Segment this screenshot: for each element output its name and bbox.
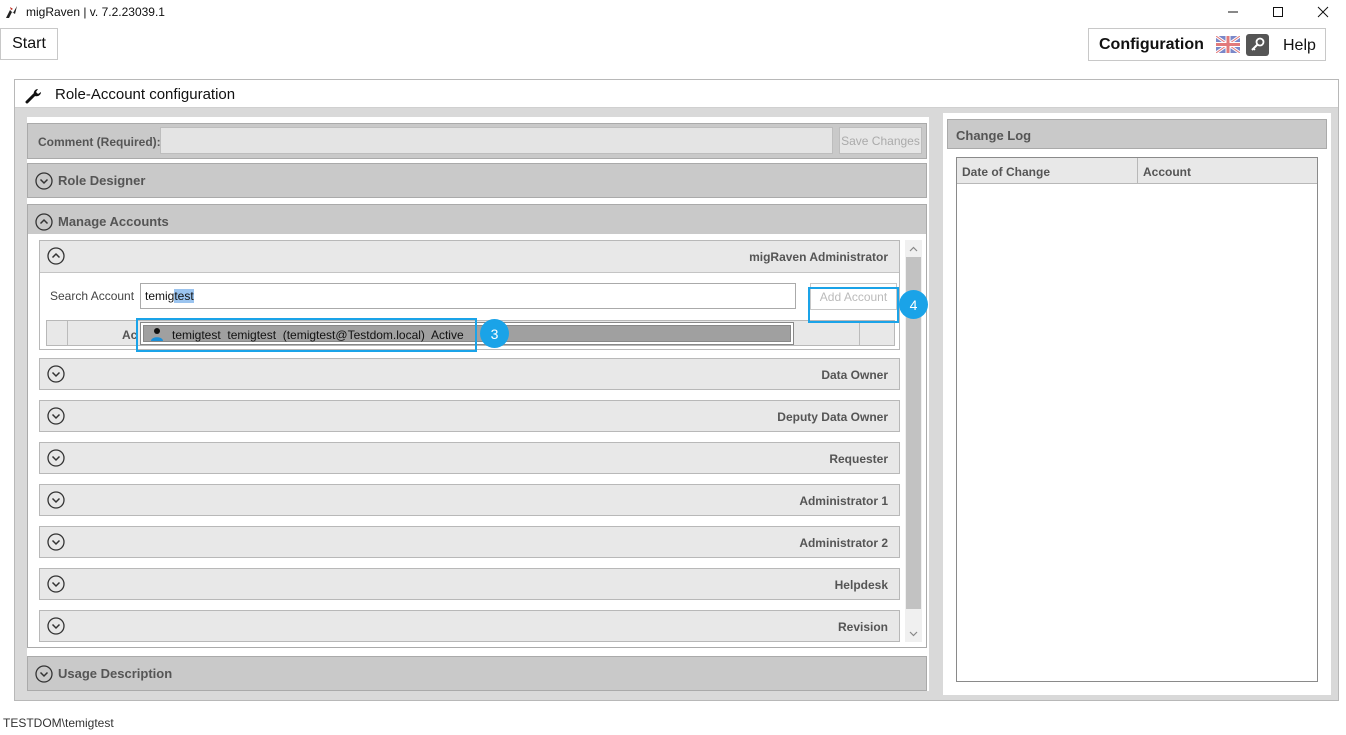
scroll-up-button[interactable] — [905, 240, 922, 257]
comment-bar: Comment (Required): Save Changes — [27, 123, 927, 159]
title-bar: migRaven | v. 7.2.23039.1 — [0, 0, 1346, 24]
window-title: migRaven | v. 7.2.23039.1 — [26, 5, 165, 19]
help-button[interactable]: Help — [1283, 37, 1316, 55]
raven-logo-icon — [6, 6, 17, 18]
role-row-deputy-data-owner[interactable]: Deputy Data Owner — [39, 400, 900, 432]
role-label: migRaven Administrator — [749, 250, 888, 264]
comment-input[interactable] — [160, 127, 833, 154]
chevron-down-icon — [35, 665, 53, 683]
role-row-revision[interactable]: Revision — [39, 610, 900, 642]
role-header-migraven-administrator[interactable]: migRaven Administrator — [40, 241, 899, 273]
role-label: Revision — [837, 620, 888, 634]
window-header: Role-Account configuration — [15, 80, 1338, 108]
manage-accounts-body: migRaven Administrator Search Account te… — [27, 234, 927, 648]
chevron-up-icon — [909, 246, 918, 251]
search-account-label: Search Account — [50, 289, 135, 303]
role-label: Data Owner — [821, 368, 888, 382]
search-text: temig — [145, 289, 175, 303]
change-log-title: Change Log — [956, 128, 1032, 143]
chevron-down-icon — [47, 491, 65, 509]
role-row-helpdesk[interactable]: Helpdesk — [39, 568, 900, 600]
uk-flag-icon[interactable] — [1216, 36, 1240, 53]
column-header-date-of-change[interactable]: Date of Change — [957, 158, 1138, 184]
role-label: Requester — [829, 452, 888, 466]
role-row-requester[interactable]: Requester — [39, 442, 900, 474]
role-label: Administrator 1 — [799, 494, 888, 508]
minimize-icon — [1228, 11, 1238, 13]
close-icon — [1317, 6, 1329, 18]
chevron-down-icon — [47, 617, 65, 635]
role-row-data-owner[interactable]: Data Owner — [39, 358, 900, 390]
chevron-down-icon — [47, 533, 65, 551]
add-account-highlight-frame — [808, 287, 899, 323]
comment-label: Comment (Required): — [38, 135, 161, 149]
role-label: Deputy Data Owner — [777, 410, 888, 424]
role-row-administrator-1[interactable]: Administrator 1 — [39, 484, 900, 516]
key-icon[interactable] — [1246, 34, 1269, 56]
chevron-up-icon — [35, 213, 53, 231]
wrench-icon — [25, 89, 41, 104]
column-header-account[interactable]: Account — [1138, 158, 1317, 184]
chevron-down-icon — [47, 449, 65, 467]
usage-description-label: Usage Description — [58, 666, 173, 681]
chevron-down-icon — [909, 631, 918, 636]
close-button[interactable] — [1300, 0, 1346, 24]
change-log-header: Change Log — [947, 119, 1327, 149]
role-account-window: Role-Account configuration Comment (Requ… — [14, 79, 1339, 701]
role-label: Administrator 2 — [799, 536, 888, 550]
suggestion-highlight-frame — [136, 318, 477, 352]
chevron-down-icon — [47, 407, 65, 425]
maximize-button[interactable] — [1255, 0, 1301, 24]
start-button[interactable]: Start — [0, 28, 58, 60]
search-text-selected: test — [174, 289, 194, 303]
save-changes-button[interactable]: Save Changes — [839, 127, 922, 154]
chevron-down-icon — [47, 575, 65, 593]
usage-description-section[interactable]: Usage Description — [27, 656, 927, 691]
status-bar-user: TESTDOM\temigtest — [3, 716, 114, 730]
role-row-administrator-2[interactable]: Administrator 2 — [39, 526, 900, 558]
manage-accounts-label: Manage Accounts — [58, 214, 169, 229]
page-title: Role-Account configuration — [55, 86, 236, 103]
search-account-input[interactable]: temigtest — [140, 283, 796, 309]
change-log-table[interactable]: Date of Change Account — [956, 157, 1318, 682]
chevron-down-icon — [35, 172, 53, 190]
scroll-down-button[interactable] — [905, 625, 922, 642]
role-designer-section[interactable]: Role Designer — [27, 163, 927, 198]
chevron-up-icon — [47, 247, 65, 265]
chevron-down-icon — [47, 365, 65, 383]
step-badge-4: 4 — [899, 290, 928, 319]
step-badge-3: 3 — [480, 319, 509, 348]
minimize-button[interactable] — [1210, 0, 1256, 24]
maximize-icon — [1273, 7, 1283, 17]
role-label: Helpdesk — [834, 578, 888, 592]
configuration-button[interactable]: Configuration — [1099, 36, 1204, 54]
left-panel: Comment (Required): Save Changes Role De… — [27, 117, 929, 691]
change-log-panel: Change Log Date of Change Account — [943, 113, 1331, 695]
configuration-toolbar: Configuration Help — [1088, 28, 1326, 61]
role-designer-label: Role Designer — [58, 173, 146, 188]
